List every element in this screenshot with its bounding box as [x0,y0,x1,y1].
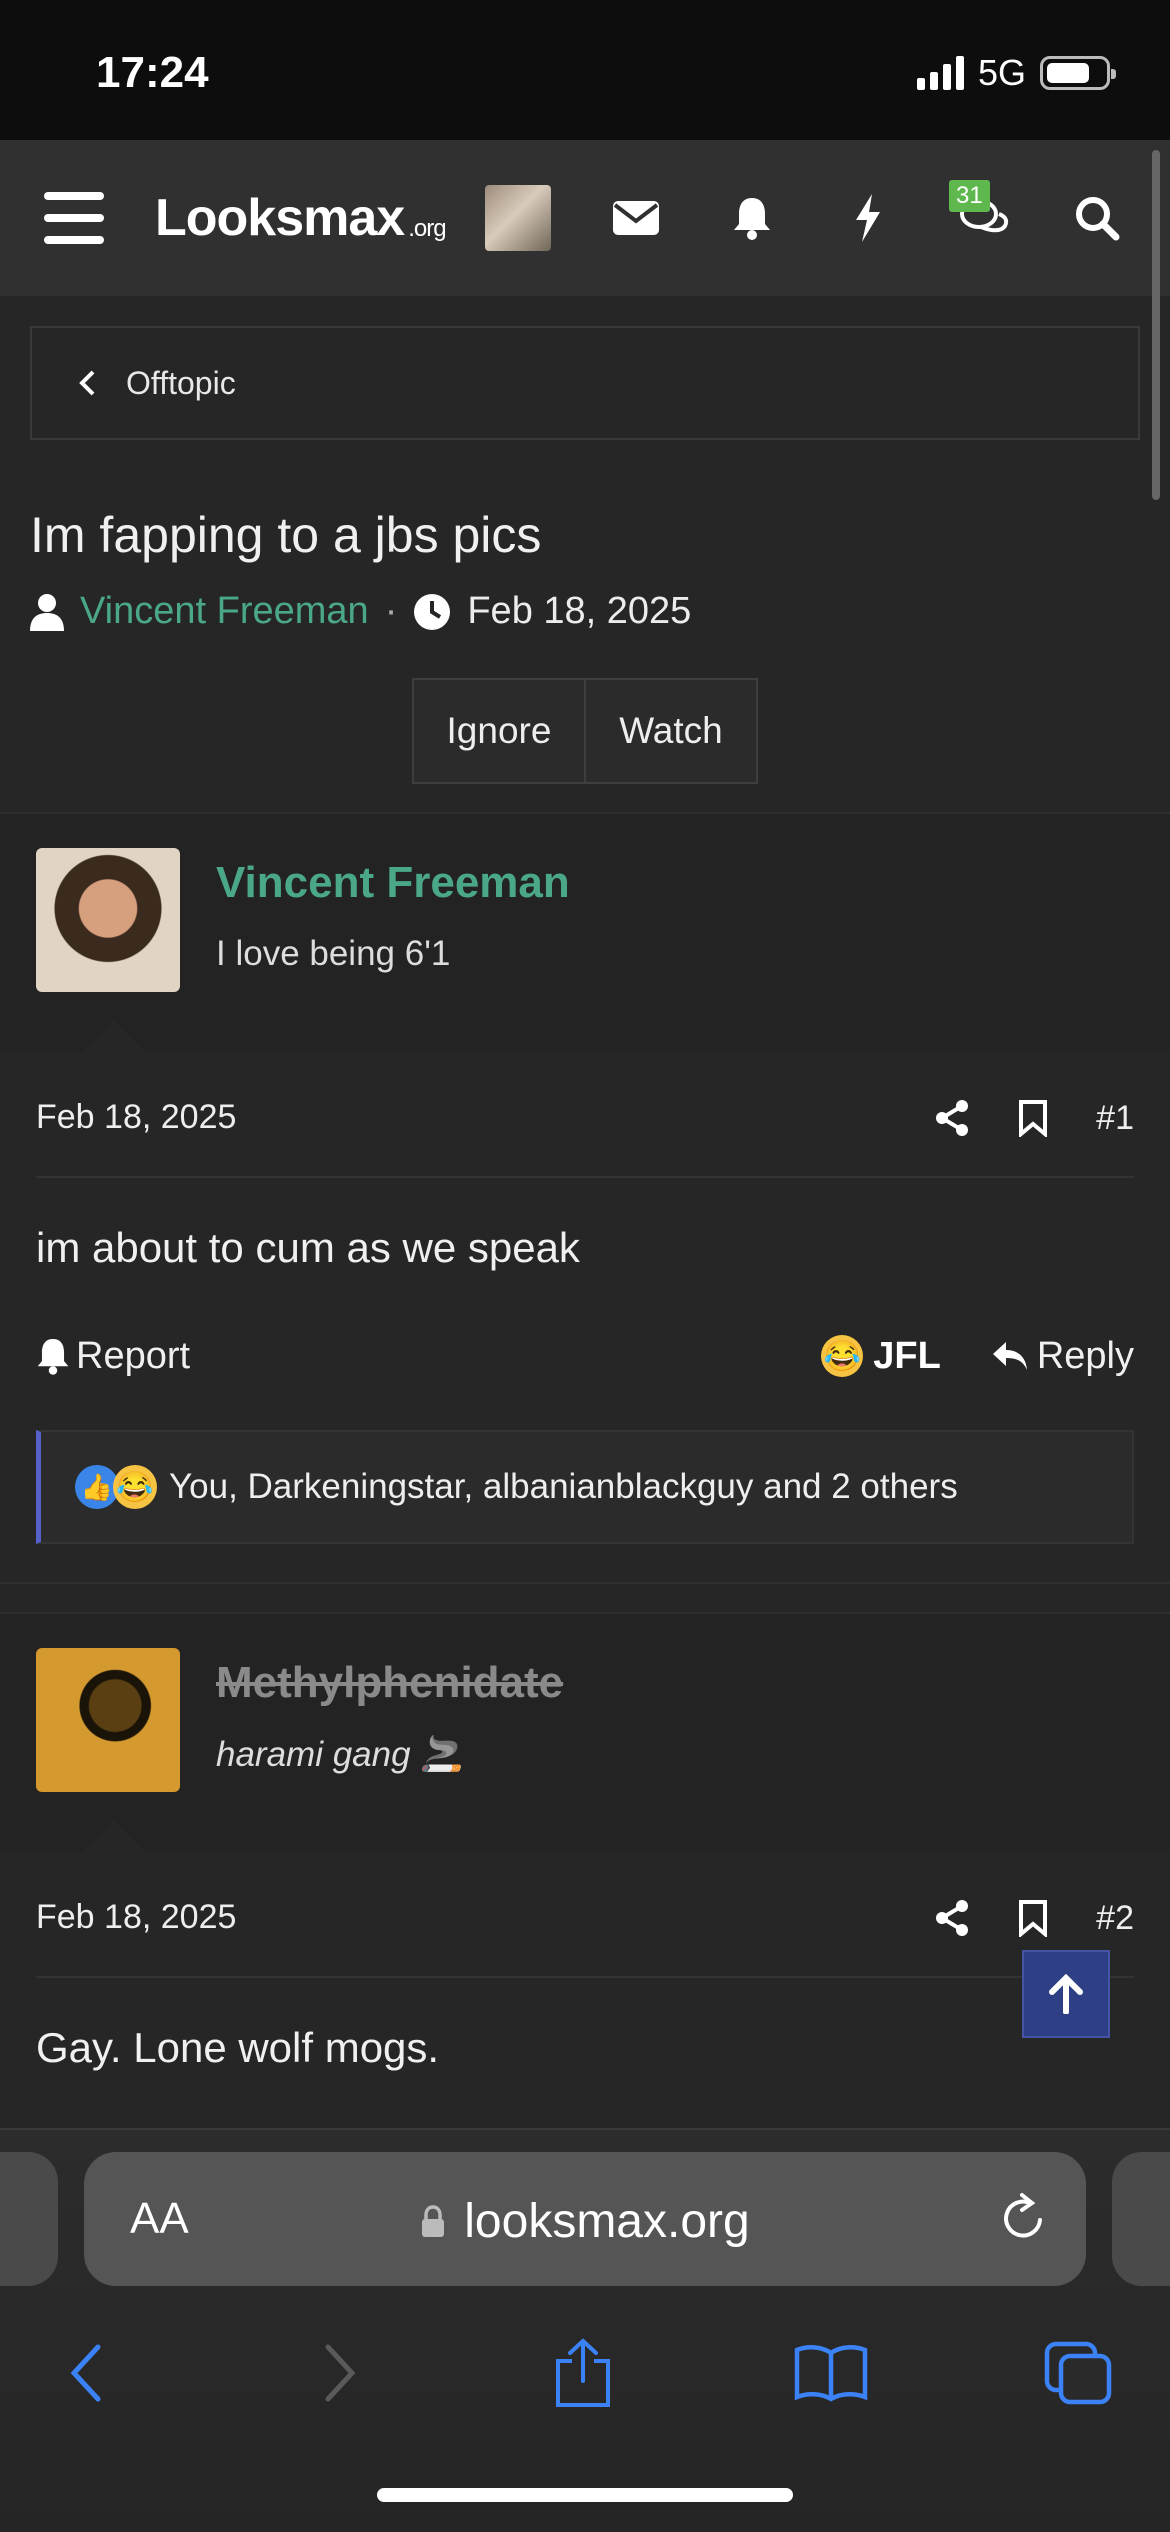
reaction-label: JFL [873,1334,941,1377]
bookmark-icon[interactable] [1018,1899,1048,1937]
report-label: Report [76,1334,191,1377]
site-logo[interactable]: Looksmax .org [155,140,447,296]
status-indicators: 5G [916,52,1116,94]
search-icon[interactable] [1072,140,1122,296]
previous-tab[interactable] [0,2152,58,2286]
thread-author-link[interactable]: Vincent Freeman [80,590,369,633]
share-icon[interactable] [934,1899,970,1937]
share-sheet-icon[interactable] [548,2308,618,2438]
post-body: Gay. Lone wolf mogs. [36,2024,440,2071]
thread-date: Feb 18, 2025 [467,590,692,632]
post-date[interactable]: Feb 18, 2025 [36,1098,236,1137]
post-number[interactable]: #2 [1096,1899,1134,1938]
post-number[interactable]: #1 [1096,1099,1134,1138]
bookmarks-icon[interactable] [792,2308,870,2438]
thread-title: Im fapping to a jbs pics [30,507,542,563]
post-username[interactable]: Methylphenidate [216,1658,563,1708]
post-user-header: Methylphenidate harami gang 🚬 [0,1612,1170,1854]
page-scrollbar[interactable] [1152,150,1160,500]
clock-icon [414,593,451,630]
post-footer-actions: 😂 JFL Reply [821,1316,1134,1396]
post-user-header: Vincent Freeman I love being 6'1 [0,812,1170,1054]
react-button[interactable]: 😂 JFL [821,1335,941,1378]
post-username[interactable]: Vincent Freeman [216,858,570,908]
next-tab[interactable] [1112,2152,1170,2286]
post-body: im about to cum as we speak [36,1224,580,1271]
laughing-emoji-icon: 😂 [821,1335,864,1377]
chevron-left-icon [79,370,95,396]
url-display: looksmax.org [84,2194,1086,2249]
reaction-icons: 👍 😂 [75,1465,157,1509]
forward-icon[interactable] [310,2308,370,2438]
reactions-summary[interactable]: 👍 😂 You, Darkeningstar, albanianblackguy… [36,1430,1134,1544]
laughing-emoji-icon: 😂 [113,1465,157,1509]
arrow-up-icon [1049,1974,1083,2014]
ignore-button[interactable]: Ignore [414,680,586,782]
share-icon[interactable] [934,1099,970,1137]
browser-chrome: AA looksmax.org [0,2128,1170,2532]
report-button[interactable]: Report [36,1335,190,1378]
signal-icon [916,56,964,90]
message-pointer [80,1020,148,1054]
status-bar: 17:24 5G [0,0,1170,140]
bell-icon [37,1339,69,1375]
network-label: 5G [977,52,1026,93]
breadcrumb[interactable]: Offtopic [30,326,1140,440]
post-attribution-actions: #1 [934,1058,1134,1178]
bookmark-icon[interactable] [1018,1099,1048,1137]
post-footer: Report 😂 JFL Reply [36,1316,1134,1396]
lock-icon [422,2204,445,2237]
url-text: looksmax.org [464,2195,750,2248]
conversations-badge: 31 [949,180,990,212]
message-pointer [80,1820,148,1854]
reload-icon[interactable] [1000,2190,1048,2247]
post-user-title: harami gang 🚬 [216,1735,464,1774]
battery-icon [1040,56,1116,90]
logo-tld: .org [408,215,446,242]
reply-button[interactable]: Reply [991,1335,1134,1378]
reactions-text: You, Darkeningstar, albanianblackguy and… [169,1467,958,1506]
meta-separator: · [384,590,398,632]
post-date[interactable]: Feb 18, 2025 [36,1898,236,1937]
breadcrumb-label: Offtopic [126,364,236,401]
back-icon[interactable] [56,2308,116,2438]
post-user-title: I love being 6'1 [216,934,451,973]
thread-actions: Ignore Watch [412,678,758,784]
reply-icon [992,1342,1027,1370]
home-indicator[interactable] [377,2488,793,2502]
watch-button[interactable]: Watch [586,680,756,782]
site-navbar: Looksmax .org 31 [0,140,1170,296]
avatar[interactable] [36,1648,180,1792]
menu-icon[interactable] [44,140,110,296]
thread-meta: Vincent Freeman · Feb 18, 2025 [30,590,691,633]
post-attribution: Feb 18, 2025 #1 [36,1058,1134,1178]
reply-label: Reply [1036,1334,1134,1377]
tabs-icon[interactable] [1042,2308,1114,2438]
conversations-icon[interactable] [956,140,1012,296]
status-time: 17:24 [96,48,209,97]
address-bar[interactable]: AA looksmax.org [84,2152,1086,2286]
post-divider [0,1582,1170,1612]
lightning-icon[interactable] [846,140,890,296]
post-attribution: Feb 18, 2025 #2 [36,1858,1134,1978]
user-icon [30,593,64,631]
bell-icon[interactable] [728,140,776,296]
user-avatar[interactable] [484,140,552,296]
logo-text: Looksmax [155,189,405,247]
mail-icon[interactable] [610,140,662,296]
browser-toolbar [0,2308,1170,2438]
scroll-to-top-button[interactable] [1022,1950,1110,2038]
avatar[interactable] [36,848,180,992]
